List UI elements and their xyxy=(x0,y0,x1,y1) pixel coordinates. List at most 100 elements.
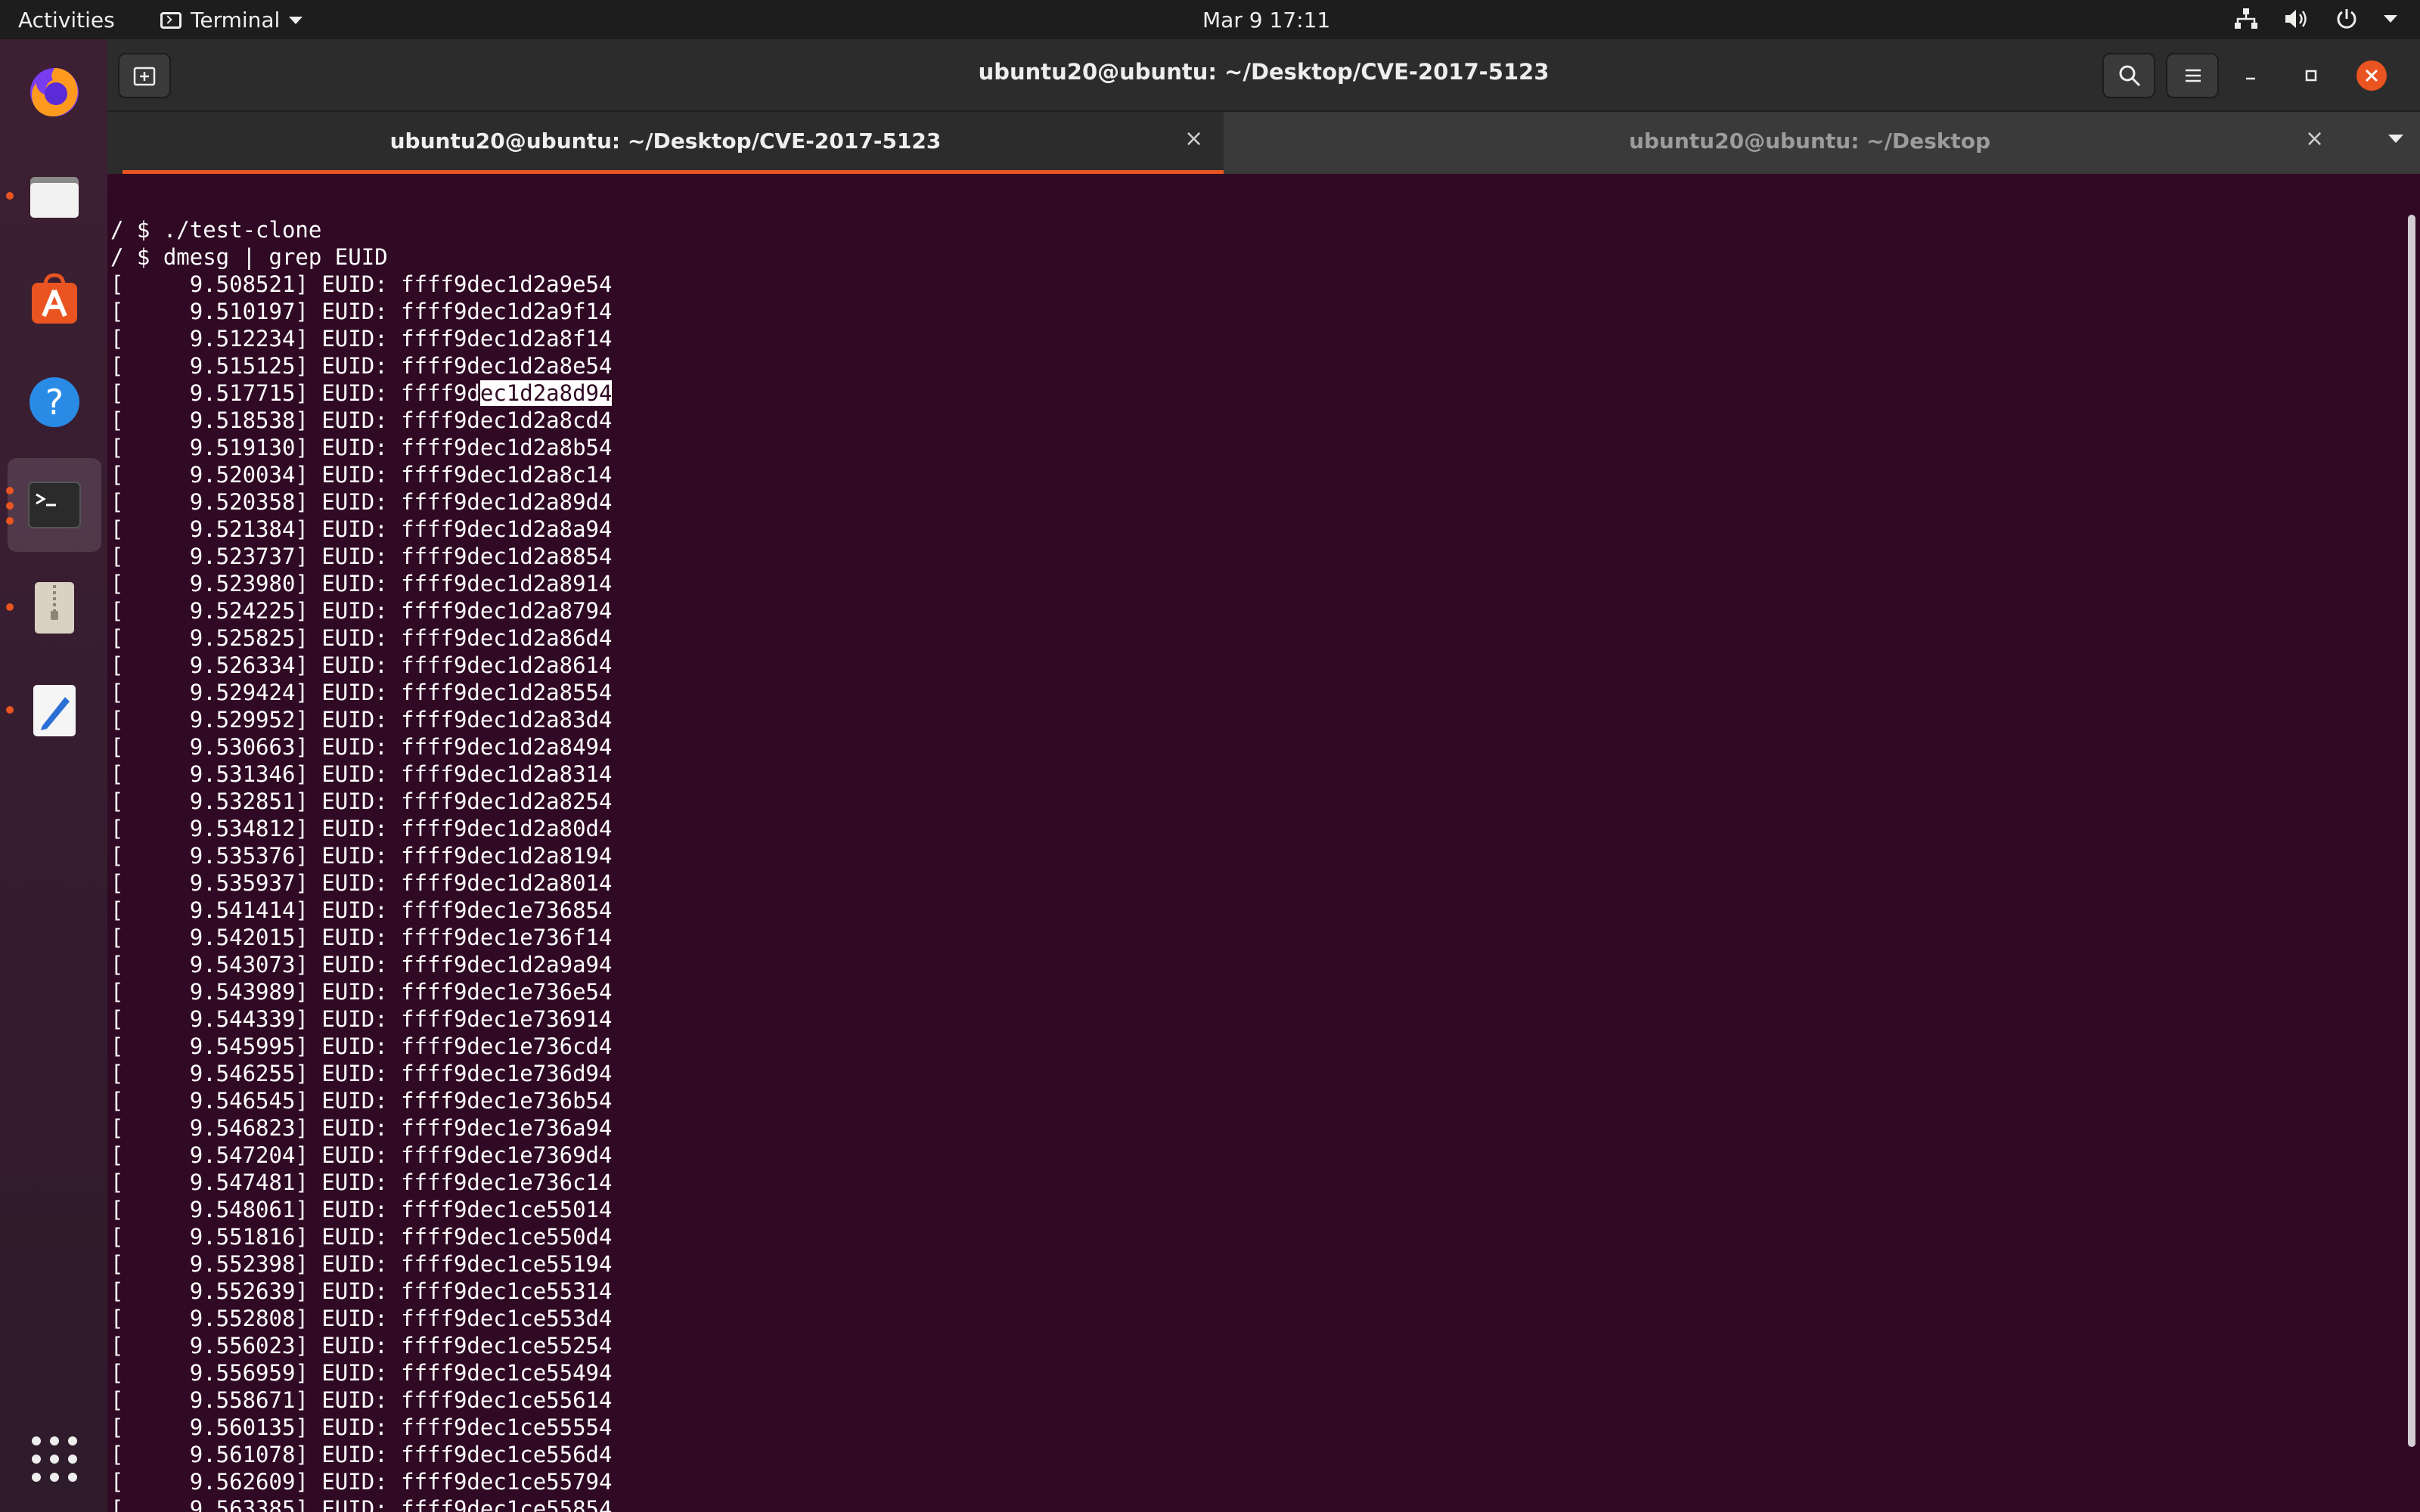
log-line: [ 9.524225] EUID: ffff9dec1d2a8794 xyxy=(110,598,613,624)
archive-manager-icon xyxy=(35,582,74,634)
log-line: [ 9.534812] EUID: ffff9dec1d2a80d4 xyxy=(110,816,613,841)
dock: ? xyxy=(0,39,107,1512)
chevron-down-icon xyxy=(2384,15,2397,23)
window-title: ubuntu20@ubuntu: ~/Desktop/CVE-2017-5123 xyxy=(978,59,1550,85)
dock-item-terminal[interactable] xyxy=(8,458,101,552)
tab-label: ubuntu20@ubuntu: ~/Desktop xyxy=(1628,129,1991,153)
close-tab-icon[interactable]: × xyxy=(2305,125,2324,152)
dock-item-text-editor[interactable] xyxy=(8,664,101,758)
log-line: [ 9.551816] EUID: ffff9dec1ce550d4 xyxy=(110,1224,613,1250)
tab-desktop[interactable]: ubuntu20@ubuntu: ~/Desktop × xyxy=(1224,112,2396,174)
tab-cve-2017-5123[interactable]: ubuntu20@ubuntu: ~/Desktop/CVE-2017-5123… xyxy=(107,112,1224,174)
terminal-icon xyxy=(28,482,81,528)
log-line: [ 9.552639] EUID: ffff9dec1ce55314 xyxy=(110,1278,613,1304)
running-indicator xyxy=(6,502,14,510)
app-grid-icon[interactable] xyxy=(30,1435,79,1483)
log-line: [ 9.541414] EUID: ffff9dec1e736854 xyxy=(110,897,613,923)
log-line: [ 9.562609] EUID: ffff9dec1ce55794 xyxy=(110,1469,613,1495)
log-line: [ 9.563385] EUID: ffff9dec1ce55854 xyxy=(110,1496,613,1512)
log-line: [ 9.525825] EUID: ffff9dec1d2a86d4 xyxy=(110,625,613,651)
dock-item-software[interactable] xyxy=(8,253,101,346)
tab-label: ubuntu20@ubuntu: ~/Desktop/CVE-2017-5123 xyxy=(389,129,942,153)
log-line: [ 9.529424] EUID: ffff9dec1d2a8554 xyxy=(110,680,613,705)
header-bar: ubuntu20@ubuntu: ~/Desktop/CVE-2017-5123 xyxy=(107,39,2420,112)
log-line: [ 9.547204] EUID: ffff9dec1e7369d4 xyxy=(110,1142,613,1168)
log-line: [ 9.552398] EUID: ffff9dec1ce55194 xyxy=(110,1251,613,1277)
log-line: [ 9.535937] EUID: ffff9dec1d2a8014 xyxy=(110,870,613,896)
log-line: [ 9.512234] EUID: ffff9dec1d2a8f14 xyxy=(110,326,613,352)
log-line: [ 9.561078] EUID: ffff9dec1ce556d4 xyxy=(110,1442,613,1467)
running-indicator xyxy=(6,517,14,525)
log-line: [ 9.526334] EUID: ffff9dec1d2a8614 xyxy=(110,652,613,678)
system-tray[interactable] xyxy=(2234,8,2397,30)
network-icon xyxy=(2235,8,2257,29)
scrollbar[interactable] xyxy=(2408,215,2415,1447)
clock[interactable]: Mar 9 17:11 xyxy=(1202,8,1330,33)
terminal-window: ubuntu20@ubuntu: ~/Desktop/CVE-2017-5123… xyxy=(107,39,2420,1512)
maximize-icon[interactable] xyxy=(2294,59,2328,92)
log-line: [ 9.520358] EUID: ffff9dec1d2a89d4 xyxy=(110,489,613,515)
log-line: [ 9.546545] EUID: ffff9dec1e736b54 xyxy=(110,1088,613,1114)
log-line: [ 9.515125] EUID: ffff9dec1d2a8e54 xyxy=(110,353,613,379)
command-line: / $ ./test-clone xyxy=(110,217,322,243)
log-line: [ 9.530663] EUID: ffff9dec1d2a8494 xyxy=(110,734,613,760)
search-button[interactable] xyxy=(2102,53,2155,98)
log-line: [ 9.546255] EUID: ffff9dec1e736d94 xyxy=(110,1061,613,1086)
log-line: [ 9.543989] EUID: ffff9dec1e736e54 xyxy=(110,979,613,1005)
software-center-icon xyxy=(32,273,77,324)
power-icon xyxy=(2337,9,2356,29)
log-line: [ 9.531346] EUID: ffff9dec1d2a8314 xyxy=(110,761,613,787)
svg-text:?: ? xyxy=(45,382,64,423)
log-line: [ 9.535376] EUID: ffff9dec1d2a8194 xyxy=(110,843,613,869)
log-line: [ 9.552808] EUID: ffff9dec1ce553d4 xyxy=(110,1306,613,1331)
log-line: [ 9.518538] EUID: ffff9dec1d2a8cd4 xyxy=(110,407,613,433)
running-indicator xyxy=(6,487,14,494)
volume-icon xyxy=(2285,10,2307,28)
log-line: [ 9.542015] EUID: ffff9dec1e736f14 xyxy=(110,925,613,950)
chevron-down-icon xyxy=(289,16,303,24)
activities-button[interactable]: Activities xyxy=(18,8,115,33)
firefox-icon xyxy=(30,68,79,116)
search-icon xyxy=(2119,65,2141,87)
log-line: [ 9.521384] EUID: ffff9dec1d2a8a94 xyxy=(110,516,613,542)
log-line: [ 9.529952] EUID: ffff9dec1d2a83d4 xyxy=(110,707,613,733)
log-line: [ 9.556023] EUID: ffff9dec1ce55254 xyxy=(110,1333,613,1359)
log-line: [ 9.545995] EUID: ffff9dec1e736cd4 xyxy=(110,1033,613,1059)
menu-button[interactable] xyxy=(2166,53,2219,98)
log-line: [ 9.510197] EUID: ffff9dec1d2a9f14 xyxy=(110,299,613,324)
log-line: [ 9.556959] EUID: ffff9dec1ce55494 xyxy=(110,1360,613,1386)
app-menu-label: Terminal xyxy=(191,8,281,33)
close-tab-icon[interactable]: × xyxy=(1184,125,1203,152)
log-line: [ 9.547481] EUID: ffff9dec1e736c14 xyxy=(110,1170,613,1195)
log-line: [ 9.523980] EUID: ffff9dec1d2a8914 xyxy=(110,571,613,596)
app-menu[interactable]: Terminal xyxy=(160,8,303,33)
log-line: [ 9.546823] EUID: ffff9dec1e736a94 xyxy=(110,1115,613,1141)
close-icon[interactable] xyxy=(2355,59,2388,92)
command-line: / $ dmesg | grep EUID xyxy=(110,244,388,270)
log-line: [ 9.532851] EUID: ffff9dec1d2a8254 xyxy=(110,789,613,814)
log-line: [ 9.543073] EUID: ffff9dec1d2a9a94 xyxy=(110,952,613,978)
log-line: [ 9.523737] EUID: ffff9dec1d2a8854 xyxy=(110,544,613,569)
log-line: [ 9.520034] EUID: ffff9dec1d2a8c14 xyxy=(110,462,613,488)
minimize-icon[interactable] xyxy=(2234,59,2267,92)
log-line: [ 9.544339] EUID: ffff9dec1e736914 xyxy=(110,1006,613,1032)
log-line: [ 9.560135] EUID: ffff9dec1ce55554 xyxy=(110,1414,613,1440)
tab-list-dropdown-icon[interactable] xyxy=(2388,135,2403,143)
help-icon: ? xyxy=(29,377,79,427)
top-bar: Activities Terminal Mar 9 17:11 xyxy=(0,0,2420,39)
text-editor-icon xyxy=(33,685,76,736)
dock-item-archive[interactable] xyxy=(8,561,101,655)
running-indicator xyxy=(6,603,14,611)
tab-bar: ubuntu20@ubuntu: ~/Desktop/CVE-2017-5123… xyxy=(107,112,2420,174)
hamburger-menu-icon xyxy=(2186,69,2201,82)
log-line: [ 9.508521] EUID: ffff9dec1d2a9e54 xyxy=(110,271,613,297)
dock-item-help[interactable]: ? xyxy=(8,355,101,449)
dmesg-log: [ 9.508521] EUID: ffff9dec1d2a9e54[ 9.51… xyxy=(110,271,2406,1512)
dock-item-files[interactable] xyxy=(8,150,101,243)
log-line: [ 9.548061] EUID: ffff9dec1ce55014 xyxy=(110,1197,613,1222)
terminal-output[interactable]: / $ ./test-clone / $ dmesg | grep EUID [… xyxy=(107,175,2406,1512)
dock-item-firefox[interactable] xyxy=(8,44,101,138)
log-line: [ 9.519130] EUID: ffff9dec1d2a8b54 xyxy=(110,435,613,460)
running-indicator xyxy=(6,706,14,714)
text-selection: ec1d2a8d94 xyxy=(479,380,613,406)
